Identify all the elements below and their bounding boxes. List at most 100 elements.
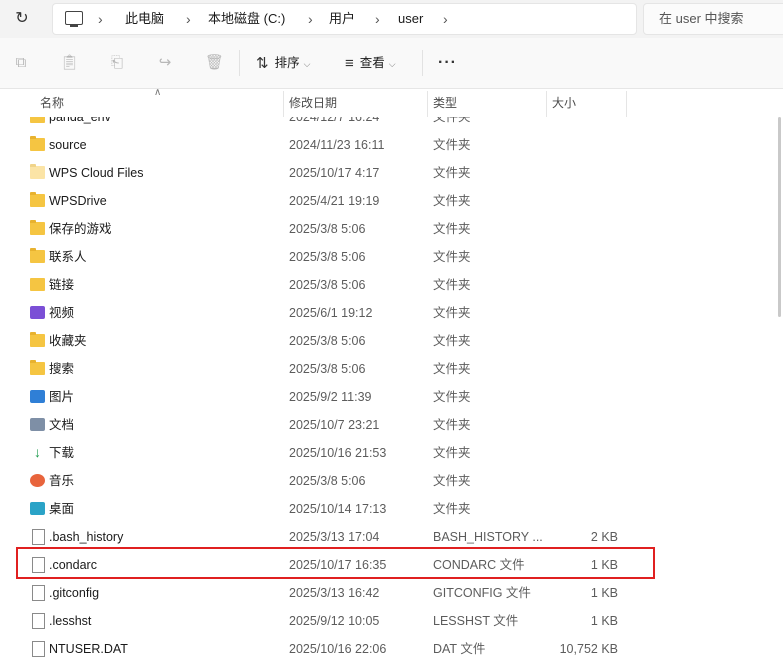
file-name: 视频: [49, 306, 75, 320]
column-divider[interactable]: [546, 91, 547, 117]
file-name: 搜索: [49, 362, 75, 376]
file-modified: 2025/3/8 5:06: [289, 362, 366, 376]
file-name: WPS Cloud Files: [49, 166, 144, 180]
folder-icon: [30, 220, 45, 235]
file-modified: 2025/9/12 10:05: [289, 614, 380, 628]
list-item[interactable]: .gitconfig 2025/3/13 16:42 GITCONFIG 文件 1 K…: [0, 579, 783, 607]
file-name: WPSDrive: [49, 194, 107, 208]
list-item[interactable]: 文档 2025/10/7 23:21 文件夹: [0, 411, 783, 439]
list-item[interactable]: 搜索 2025/3/8 5:06 文件夹: [0, 355, 783, 383]
file-type: 文件夹: [433, 390, 471, 404]
list-item[interactable]: source 2024/11/23 16:11 文件夹: [0, 131, 783, 159]
chevron-right-icon[interactable]: ›: [375, 4, 380, 34]
list-item[interactable]: NTUSER.DAT 2025/10/16 22:06 DAT 文件 10,752 K…: [0, 635, 783, 663]
view-button[interactable]: ≡ 查看 ⌵: [345, 52, 396, 74]
rename-icon[interactable]: ⎗: [109, 55, 125, 71]
address-bar[interactable]: › 此电脑 › 本地磁盘 (C:) › 用户 › user ›: [52, 3, 637, 35]
scrollbar[interactable]: [778, 117, 781, 317]
chevron-right-icon[interactable]: ›: [98, 4, 103, 34]
links-folder-icon: [30, 278, 45, 291]
file-modified: 2025/10/7 23:21: [289, 418, 380, 432]
file-type: 文件夹: [433, 138, 471, 152]
address-row: ↻ › 此电脑 › 本地磁盘 (C:) › 用户 › user › 在 user…: [0, 0, 783, 38]
sort-icon: ⇅: [256, 54, 269, 72]
file-modified: 2025/3/8 5:06: [289, 334, 366, 348]
list-item[interactable]: 保存的游戏 2025/3/8 5:06 文件夹: [0, 215, 783, 243]
file-list: panda_env 2024/12/7 16:24 文件夹 source 2024/11…: [0, 117, 783, 670]
list-item[interactable]: WPS Cloud Files 2025/10/17 4:17 文件夹: [0, 159, 783, 187]
view-icon: ≡: [345, 54, 354, 72]
folder-icon: [30, 360, 45, 375]
column-header: 名称 ∧ 修改日期 类型 大小: [0, 87, 783, 117]
breadcrumb-user[interactable]: user: [398, 4, 423, 34]
file-type: 文件夹: [433, 222, 471, 236]
file-modified: 2025/3/13 16:42: [289, 586, 380, 600]
more-options-button[interactable]: ···: [438, 52, 457, 74]
column-divider[interactable]: [283, 91, 284, 117]
column-modified-label: 修改日期: [289, 96, 338, 110]
file-name: 音乐: [49, 474, 75, 488]
column-divider[interactable]: [427, 91, 428, 117]
paste-icon[interactable]: 📋︎: [60, 55, 79, 71]
list-item[interactable]: panda_env 2024/12/7 16:24 文件夹: [0, 117, 783, 131]
search-box[interactable]: 在 user 中搜索: [643, 3, 783, 35]
file-type: 文件夹: [433, 474, 471, 488]
file-type: 文件夹: [433, 418, 471, 432]
folder-icon: [30, 136, 45, 151]
videos-icon: [30, 306, 45, 319]
column-name[interactable]: 名称: [40, 89, 64, 117]
column-divider[interactable]: [626, 91, 627, 117]
list-item[interactable]: 联系人 2025/3/8 5:06 文件夹: [0, 243, 783, 271]
chevron-right-icon[interactable]: ›: [443, 4, 448, 34]
this-pc-icon[interactable]: [65, 11, 83, 27]
toolbar-divider: [422, 50, 423, 76]
breadcrumb-users[interactable]: 用户: [329, 4, 355, 34]
list-item[interactable]: 音乐 2025/3/8 5:06 文件夹: [0, 467, 783, 495]
list-item[interactable]: .lesshst 2025/9/12 10:05 LESSHST 文件 1 KB: [0, 607, 783, 635]
file-name: 收藏夹: [49, 334, 87, 348]
file-modified: 2025/6/1 19:12: [289, 306, 373, 320]
list-item[interactable]: 图片 2025/9/2 11:39 文件夹: [0, 383, 783, 411]
column-size[interactable]: 大小: [552, 89, 576, 117]
file-size: 1 KB: [590, 586, 618, 600]
list-item[interactable]: ↓ 下载 2025/10/16 21:53 文件夹: [0, 439, 783, 467]
file-name: 图片: [49, 390, 75, 404]
file-type: 文件夹: [433, 194, 471, 208]
refresh-icon[interactable]: ↻: [12, 9, 32, 29]
column-type-label: 类型: [433, 96, 458, 110]
music-icon: [30, 474, 45, 487]
file-name: 文档: [49, 418, 75, 432]
file-list-rows: panda_env 2024/12/7 16:24 文件夹 source 2024/11…: [0, 117, 783, 663]
file-modified: 2025/3/8 5:06: [289, 474, 366, 488]
column-size-label: 大小: [552, 96, 577, 110]
list-item[interactable]: 链接 2025/3/8 5:06 文件夹: [0, 271, 783, 299]
file-type: 文件夹: [433, 250, 471, 264]
folder-icon: [30, 164, 45, 179]
list-item[interactable]: 视频 2025/6/1 19:12 文件夹: [0, 299, 783, 327]
chevron-right-icon[interactable]: ›: [308, 4, 313, 34]
highlight-box: [16, 547, 655, 579]
file-modified: 2025/10/16 22:06: [289, 642, 387, 656]
share-icon[interactable]: ↪: [157, 55, 173, 71]
file-type: 文件夹: [433, 278, 471, 292]
delete-icon[interactable]: 🗑︎: [205, 55, 224, 71]
file-type: GITCONFIG 文件: [433, 586, 531, 600]
chevron-down-icon: ⌵: [388, 58, 396, 69]
chevron-right-icon[interactable]: ›: [186, 4, 191, 34]
copy-icon[interactable]: ⧉: [13, 55, 29, 71]
file-type: 文件夹: [433, 117, 471, 124]
file-name: panda_env: [49, 117, 111, 124]
command-bar: ⧉ 📋︎ ⎗ ↪ 🗑︎ ⇅ 排序 ⌵ ≡ 查看 ⌵ ···: [0, 38, 783, 89]
list-item[interactable]: 收藏夹 2025/3/8 5:06 文件夹: [0, 327, 783, 355]
file-type: 文件夹: [433, 334, 471, 348]
sort-button[interactable]: ⇅ 排序 ⌵: [256, 52, 310, 74]
breadcrumb-this-pc[interactable]: 此电脑: [125, 4, 164, 34]
list-item[interactable]: WPSDrive 2025/4/21 19:19 文件夹: [0, 187, 783, 215]
file-type: 文件夹: [433, 306, 471, 320]
column-type[interactable]: 类型: [433, 89, 457, 117]
file-type: 文件夹: [433, 166, 471, 180]
sort-label: 排序: [274, 56, 300, 70]
column-modified[interactable]: 修改日期: [289, 89, 337, 117]
list-item[interactable]: 桌面 2025/10/14 17:13 文件夹: [0, 495, 783, 523]
breadcrumb-local-disk[interactable]: 本地磁盘 (C:): [208, 4, 285, 34]
